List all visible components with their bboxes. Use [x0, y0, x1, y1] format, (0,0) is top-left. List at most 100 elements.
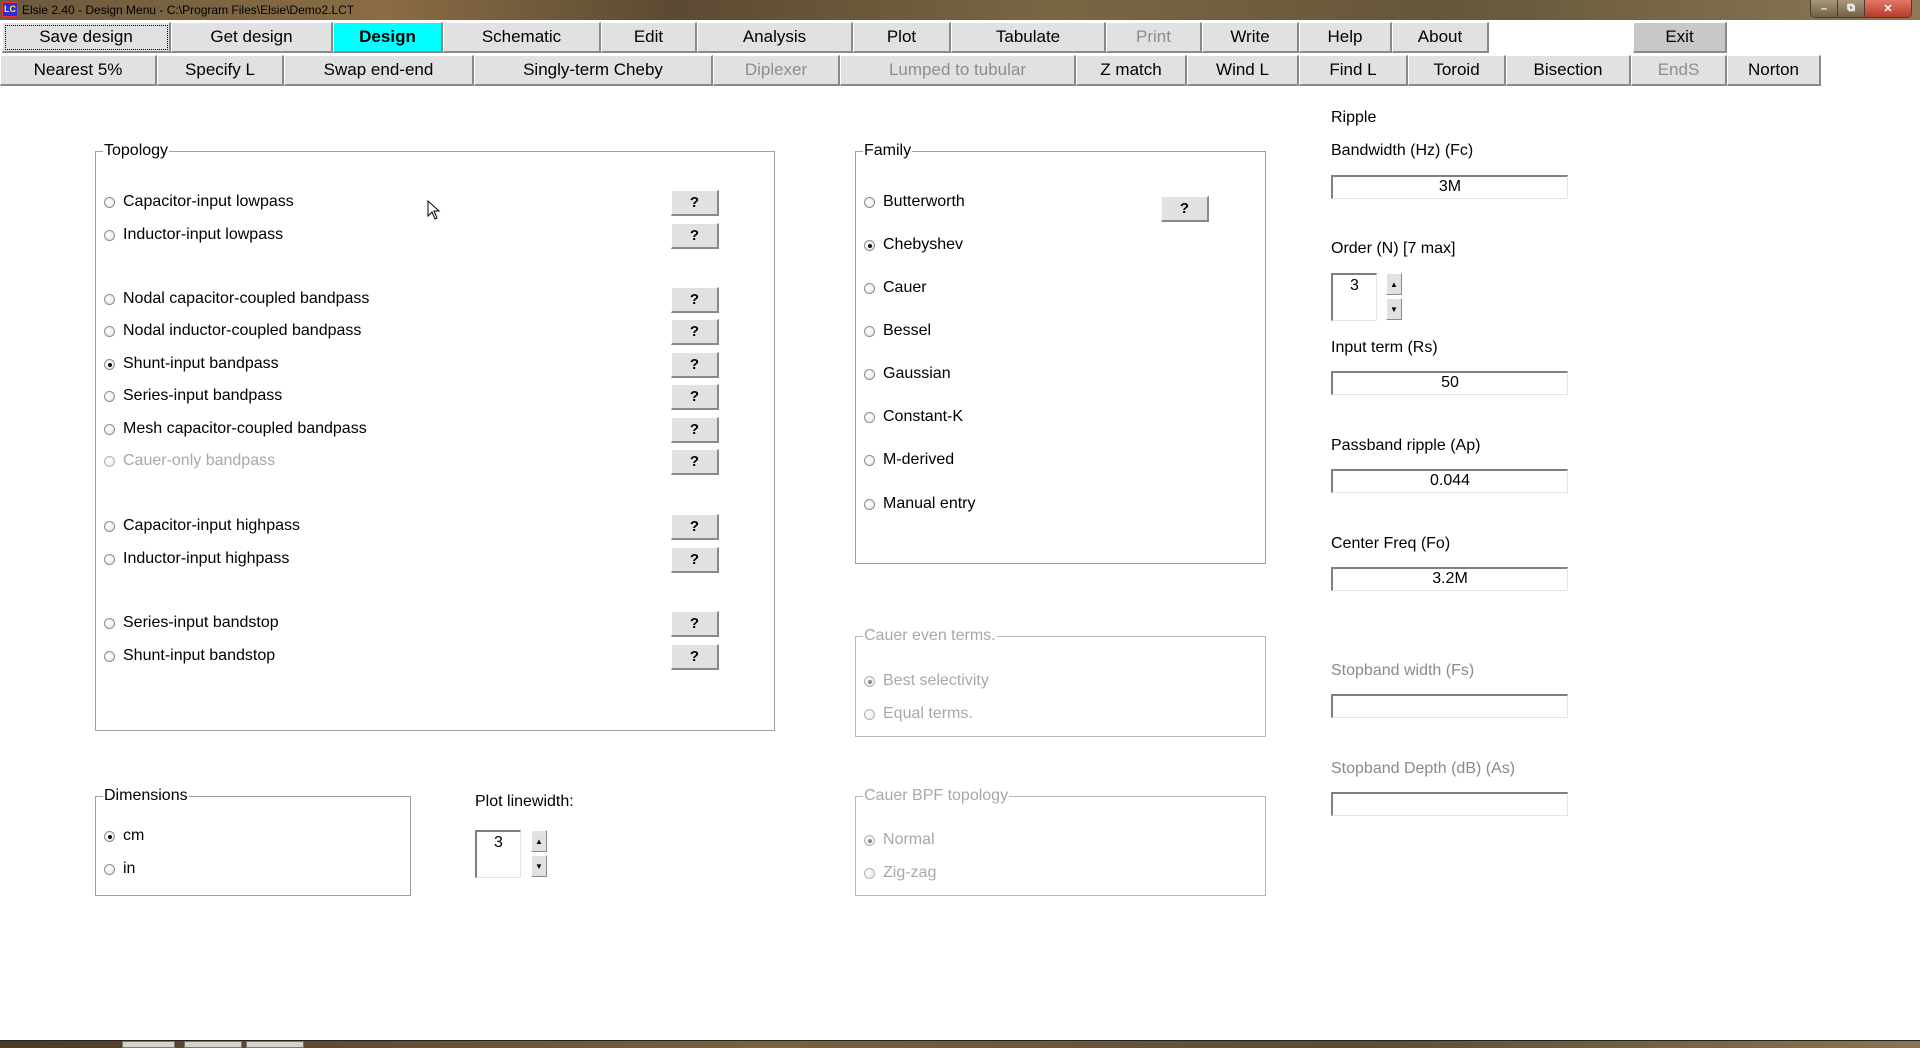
- radio-constant-k[interactable]: Constant-K: [864, 408, 963, 426]
- help-button-series-input-bandstop[interactable]: ?: [671, 611, 719, 637]
- family-help-button[interactable]: ?: [1161, 196, 1209, 222]
- help-button-capacitor-input-lowpass[interactable]: ?: [671, 190, 719, 216]
- help-button-cauer-only-bandpass[interactable]: ?: [671, 449, 719, 475]
- dimensions-group-title: Dimensions: [103, 787, 189, 805]
- radio-label: Zig-zag: [883, 864, 937, 881]
- restore-button[interactable]: ⧉: [1838, 0, 1865, 17]
- radio-unchecked-icon: [104, 863, 115, 875]
- help-button-capacitor-input-highpass[interactable]: ?: [671, 514, 719, 540]
- arrow-up-icon: ▲: [1390, 279, 1398, 289]
- radio-best-selectivity[interactable]: Best selectivity: [864, 672, 989, 690]
- radio-cauer[interactable]: Cauer: [864, 279, 927, 297]
- stopband-width-input[interactable]: [1331, 694, 1568, 718]
- radio-series-input-bandpass[interactable]: Series-input bandpass: [104, 387, 282, 405]
- radio-manual-entry[interactable]: Manual entry: [864, 495, 976, 513]
- order-down-button[interactable]: ▼: [1386, 298, 1402, 320]
- app-icon[interactable]: LC: [2, 2, 18, 17]
- radio-label: Shunt-input bandstop: [123, 647, 276, 664]
- radio-m-derived[interactable]: M-derived: [864, 451, 954, 469]
- exit-button[interactable]: Exit: [1633, 22, 1727, 53]
- design-button[interactable]: Design: [333, 22, 443, 53]
- help-button-nodal-inductor-coupled-bandpass[interactable]: ?: [671, 319, 719, 345]
- radio-capacitor-input-highpass[interactable]: Capacitor-input highpass: [104, 517, 300, 535]
- singly-term-cheby-button[interactable]: Singly-term Cheby: [474, 55, 713, 86]
- help-button-shunt-input-bandpass[interactable]: ?: [671, 352, 719, 378]
- specify-l-button[interactable]: Specify L: [157, 55, 284, 86]
- help-button-mesh-capacitor-coupled-bandpass[interactable]: ?: [671, 417, 719, 443]
- radio-label: Best selectivity: [883, 672, 989, 689]
- swap-end-end-button[interactable]: Swap end-end: [284, 55, 474, 86]
- radio-normal[interactable]: Normal: [864, 831, 935, 849]
- minimize-button[interactable]: –: [1811, 0, 1838, 17]
- plot-linewidth-up-button[interactable]: ▲: [531, 830, 547, 852]
- input-term-input[interactable]: 50: [1331, 371, 1568, 395]
- passband-ripple-input[interactable]: 0.044: [1331, 469, 1568, 493]
- bandwidth-input[interactable]: 3M: [1331, 175, 1568, 199]
- find-l-button[interactable]: Find L: [1299, 55, 1408, 86]
- ripple-label: Ripple: [1331, 109, 1377, 126]
- taskbar-item[interactable]: [184, 1041, 242, 1048]
- ends-button[interactable]: EndS: [1631, 55, 1727, 86]
- radio-nodal-capacitor-coupled-bandpass[interactable]: Nodal capacitor-coupled bandpass: [104, 290, 369, 308]
- radio-label: M-derived: [883, 451, 955, 468]
- analysis-button[interactable]: Analysis: [697, 22, 853, 53]
- tabulate-button[interactable]: Tabulate: [951, 22, 1106, 53]
- norton-button[interactable]: Norton: [1727, 55, 1821, 86]
- center-freq-input[interactable]: 3.2M: [1331, 567, 1568, 591]
- plot-linewidth-label: Plot linewidth:: [475, 793, 574, 810]
- lumped-to-tubular-button[interactable]: Lumped to tubular: [840, 55, 1076, 86]
- radio-label: Manual entry: [883, 495, 976, 512]
- save-design-button[interactable]: Save design: [2, 22, 171, 53]
- radio-bessel[interactable]: Bessel: [864, 322, 931, 340]
- stopband-depth-input[interactable]: [1331, 792, 1568, 816]
- radio-label: Butterworth: [883, 193, 965, 210]
- help-button[interactable]: Help: [1299, 22, 1392, 53]
- radio-inductor-input-highpass[interactable]: Inductor-input highpass: [104, 550, 289, 568]
- radio-nodal-inductor-coupled-bandpass[interactable]: Nodal inductor-coupled bandpass: [104, 322, 361, 340]
- schematic-button[interactable]: Schematic: [443, 22, 601, 53]
- bisection-button[interactable]: Bisection: [1506, 55, 1631, 86]
- taskbar-item[interactable]: [122, 1041, 175, 1048]
- plot-linewidth-input[interactable]: 3: [475, 830, 521, 878]
- radio-shunt-input-bandpass[interactable]: Shunt-input bandpass: [104, 355, 279, 373]
- plot-button[interactable]: Plot: [853, 22, 951, 53]
- help-button-inductor-input-highpass[interactable]: ?: [671, 547, 719, 573]
- help-button-nodal-capacitor-coupled-bandpass[interactable]: ?: [671, 287, 719, 313]
- radio-in[interactable]: in: [104, 860, 135, 878]
- radio-zig-zag[interactable]: Zig-zag: [864, 864, 936, 882]
- wind-l-button[interactable]: Wind L: [1187, 55, 1299, 86]
- z-match-button[interactable]: Z match: [1076, 55, 1187, 86]
- nearest-5-percent-button[interactable]: Nearest 5%: [0, 55, 157, 86]
- radio-unchecked-icon: [104, 455, 115, 467]
- radio-unchecked-icon: [864, 325, 875, 337]
- radio-inductor-input-lowpass[interactable]: Inductor-input lowpass: [104, 226, 283, 244]
- get-design-button[interactable]: Get design: [171, 22, 333, 53]
- radio-chebyshev[interactable]: Chebyshev: [864, 236, 963, 254]
- taskbar-item[interactable]: [246, 1041, 304, 1048]
- help-button-inductor-input-lowpass[interactable]: ?: [671, 223, 719, 249]
- help-button-series-input-bandpass[interactable]: ?: [671, 384, 719, 410]
- radio-label: Constant-K: [883, 408, 964, 425]
- radio-gaussian[interactable]: Gaussian: [864, 365, 951, 383]
- write-button[interactable]: Write: [1202, 22, 1299, 53]
- radio-label: Bessel: [883, 322, 932, 339]
- radio-capacitor-input-lowpass[interactable]: Capacitor-input lowpass: [104, 193, 294, 211]
- radio-mesh-capacitor-coupled-bandpass[interactable]: Mesh capacitor-coupled bandpass: [104, 420, 367, 438]
- radio-unchecked-icon: [104, 229, 115, 241]
- radio-cauer-only-bandpass[interactable]: Cauer-only bandpass: [104, 452, 275, 470]
- radio-cm[interactable]: cm: [104, 827, 144, 845]
- edit-button[interactable]: Edit: [601, 22, 697, 53]
- toroid-button[interactable]: Toroid: [1408, 55, 1506, 86]
- order-input[interactable]: 3: [1331, 273, 1377, 321]
- close-button[interactable]: ✕: [1865, 0, 1911, 17]
- diplexer-button[interactable]: Diplexer: [713, 55, 840, 86]
- radio-shunt-input-bandstop[interactable]: Shunt-input bandstop: [104, 647, 275, 665]
- about-button[interactable]: About: [1392, 22, 1489, 53]
- radio-equal-terms[interactable]: Equal terms.: [864, 705, 973, 723]
- plot-linewidth-down-button[interactable]: ▼: [531, 855, 547, 877]
- print-button[interactable]: Print: [1106, 22, 1202, 53]
- order-up-button[interactable]: ▲: [1386, 273, 1402, 295]
- help-button-shunt-input-bandstop[interactable]: ?: [671, 644, 719, 670]
- radio-series-input-bandstop[interactable]: Series-input bandstop: [104, 614, 279, 632]
- radio-butterworth[interactable]: Butterworth: [864, 193, 965, 211]
